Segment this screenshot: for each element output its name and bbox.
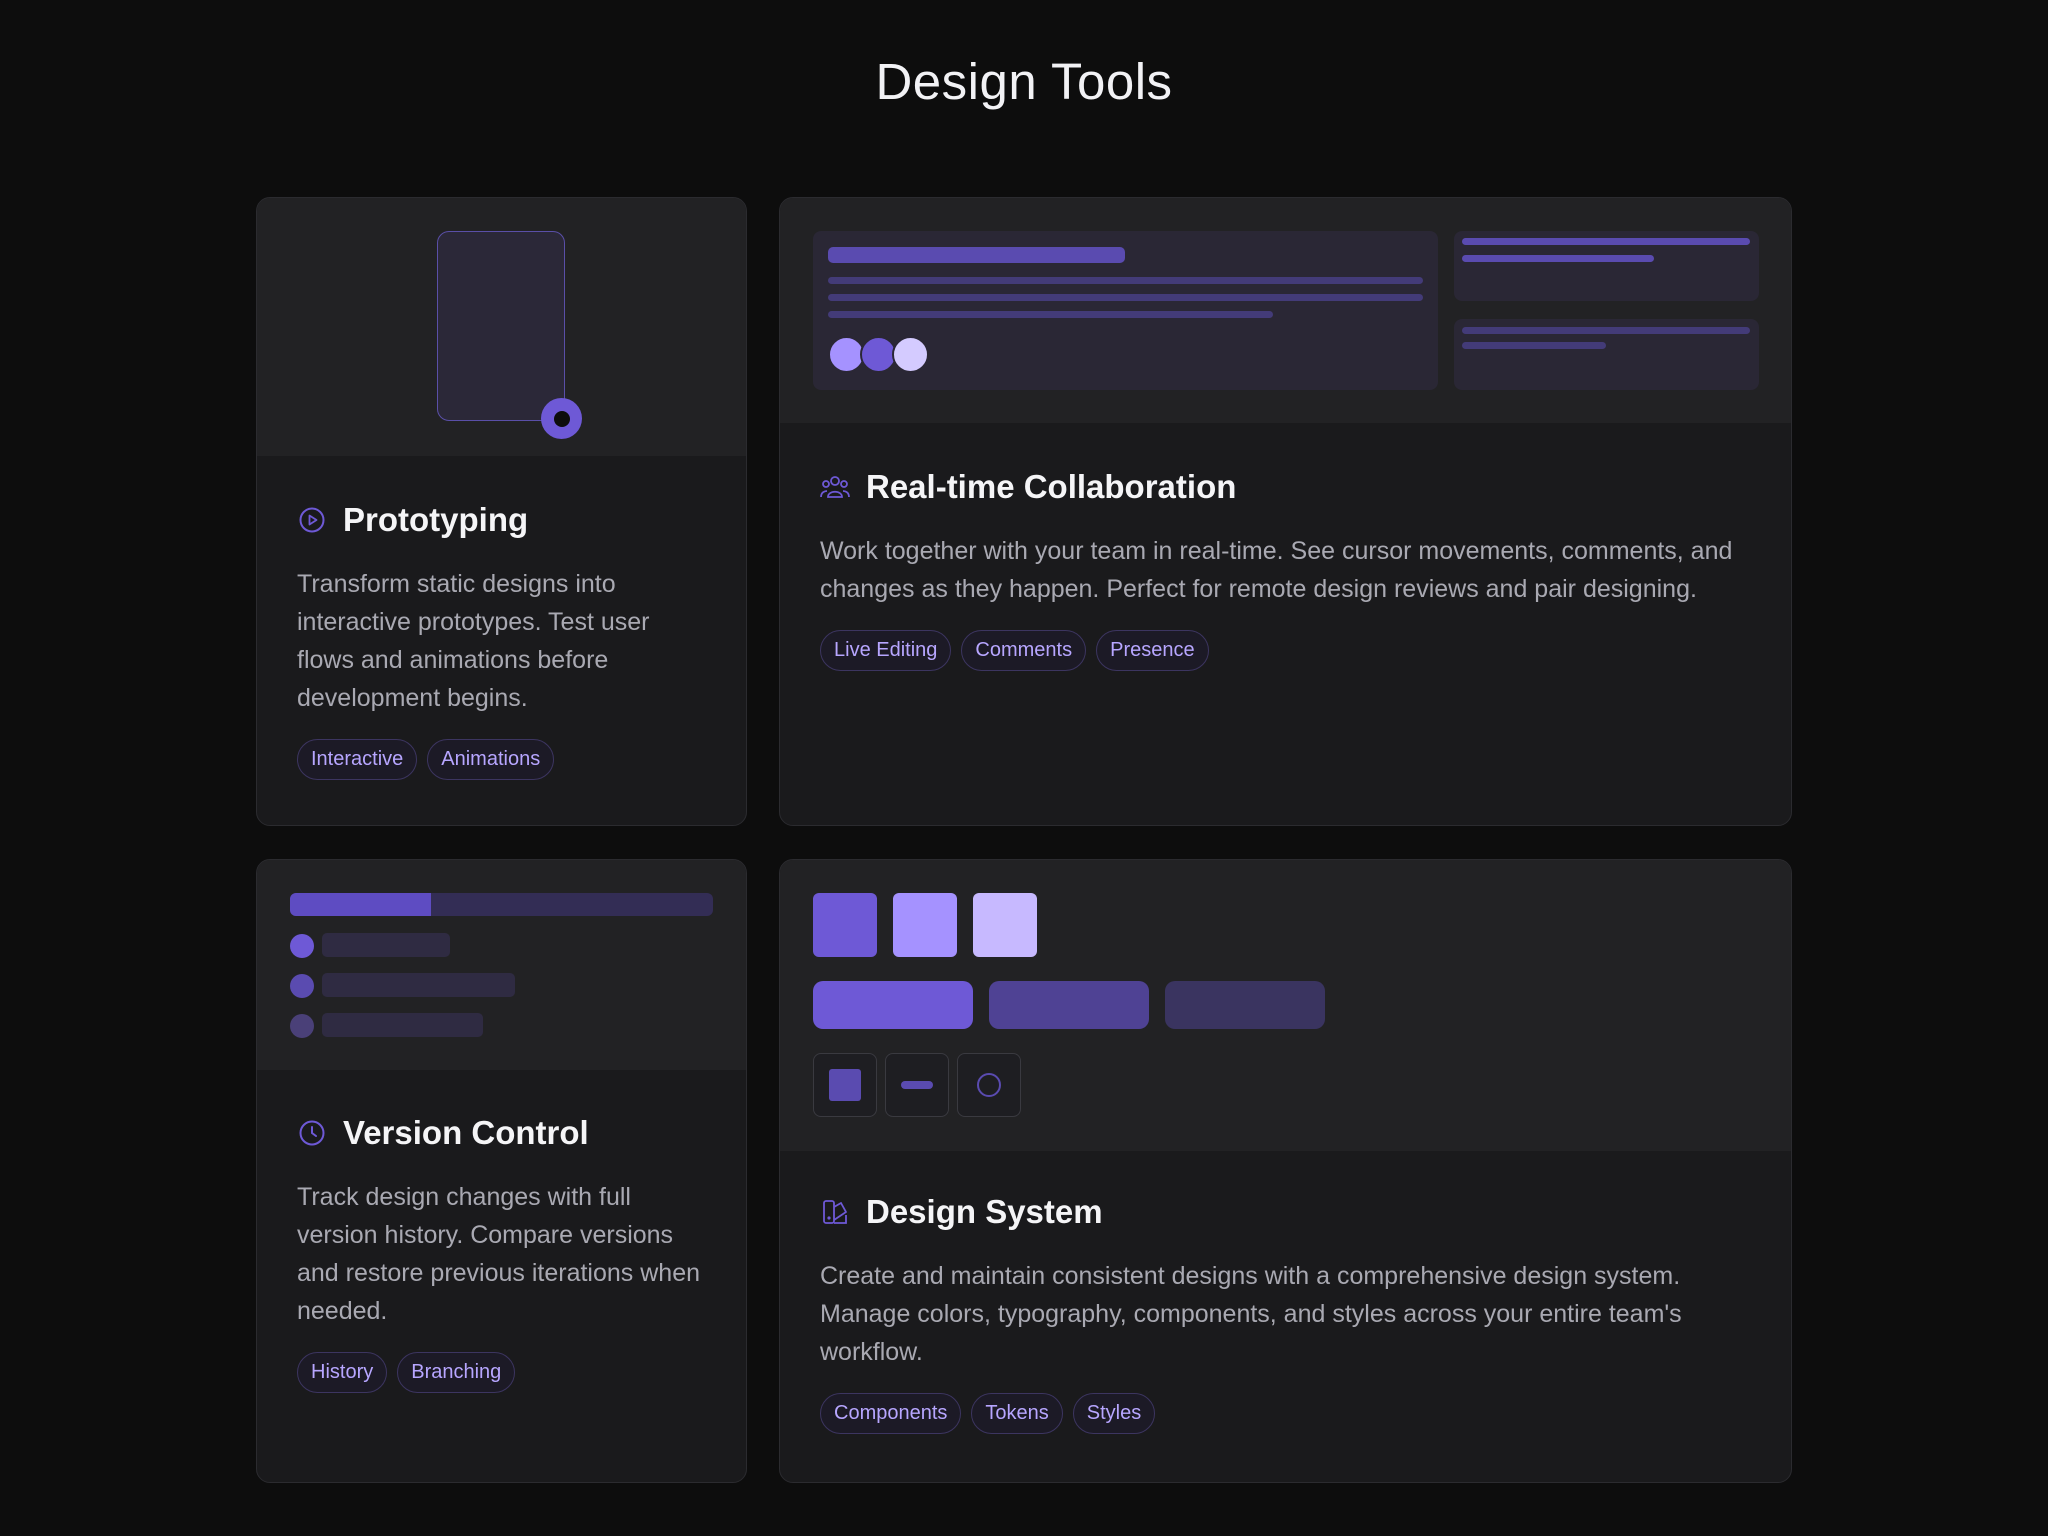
card-description: Create and maintain consistent designs w… [820, 1262, 1682, 1366]
square-tool-icon [813, 1053, 877, 1117]
button-sample [1165, 981, 1325, 1029]
phone-mockup [437, 231, 565, 421]
card-title: Real-time Collaboration [866, 468, 1237, 505]
tag-list: Components Tokens Styles [820, 1393, 1751, 1434]
card-version-control[interactable]: Version Control Track design changes wit… [256, 859, 747, 1483]
clock-icon [297, 1118, 327, 1148]
button-sample [813, 981, 973, 1029]
color-swatch [973, 893, 1037, 957]
design-system-preview [780, 860, 1791, 1151]
card-title: Design System [866, 1193, 1103, 1230]
card-description: Track design changes with full version h… [297, 1183, 701, 1325]
tag-list: History Branching [297, 1352, 706, 1393]
tag-animations[interactable]: Animations [427, 739, 555, 780]
tag-comments[interactable]: Comments [961, 630, 1087, 671]
users-icon [820, 472, 850, 502]
color-swatch [813, 893, 877, 957]
play-circle-icon [297, 505, 327, 535]
tag-history[interactable]: History [297, 1352, 388, 1393]
card-description: Transform static designs into interactiv… [297, 570, 650, 712]
tag-presence[interactable]: Presence [1096, 630, 1209, 671]
comment-panel [1454, 319, 1759, 390]
palette-icon [820, 1197, 850, 1227]
version-dot [290, 1014, 314, 1038]
card-description: Work together with your team in real-tim… [820, 537, 1733, 603]
collaboration-preview [780, 198, 1791, 423]
color-swatch [893, 893, 957, 957]
tag-components[interactable]: Components [820, 1393, 962, 1434]
version-preview [257, 860, 746, 1070]
tag-list: Interactive Animations [297, 739, 706, 780]
card-title: Prototyping [343, 501, 529, 538]
card-design-system[interactable]: Design System Create and maintain consis… [779, 859, 1792, 1483]
button-sample [989, 981, 1149, 1029]
circle-tool-icon [957, 1053, 1021, 1117]
progress-fill [290, 893, 431, 916]
card-prototyping[interactable]: Prototyping Transform static designs int… [256, 197, 747, 826]
card-realtime-collaboration[interactable]: Real-time Collaboration Work together wi… [779, 197, 1792, 826]
prototyping-preview [257, 198, 746, 456]
document-panel [813, 231, 1438, 390]
version-dot [290, 934, 314, 958]
record-button-icon [541, 398, 582, 439]
tag-interactive[interactable]: Interactive [297, 739, 418, 780]
page-title: Design Tools [875, 53, 1173, 110]
tag-live-editing[interactable]: Live Editing [820, 630, 952, 671]
tag-list: Live Editing Comments Presence [820, 630, 1751, 671]
tag-branching[interactable]: Branching [397, 1352, 516, 1393]
comment-panel [1454, 231, 1759, 301]
avatar [892, 336, 929, 373]
tag-styles[interactable]: Styles [1072, 1393, 1156, 1434]
tag-tokens[interactable]: Tokens [971, 1393, 1063, 1434]
card-title: Version Control [343, 1114, 589, 1151]
line-tool-icon [885, 1053, 949, 1117]
version-dot [290, 974, 314, 998]
